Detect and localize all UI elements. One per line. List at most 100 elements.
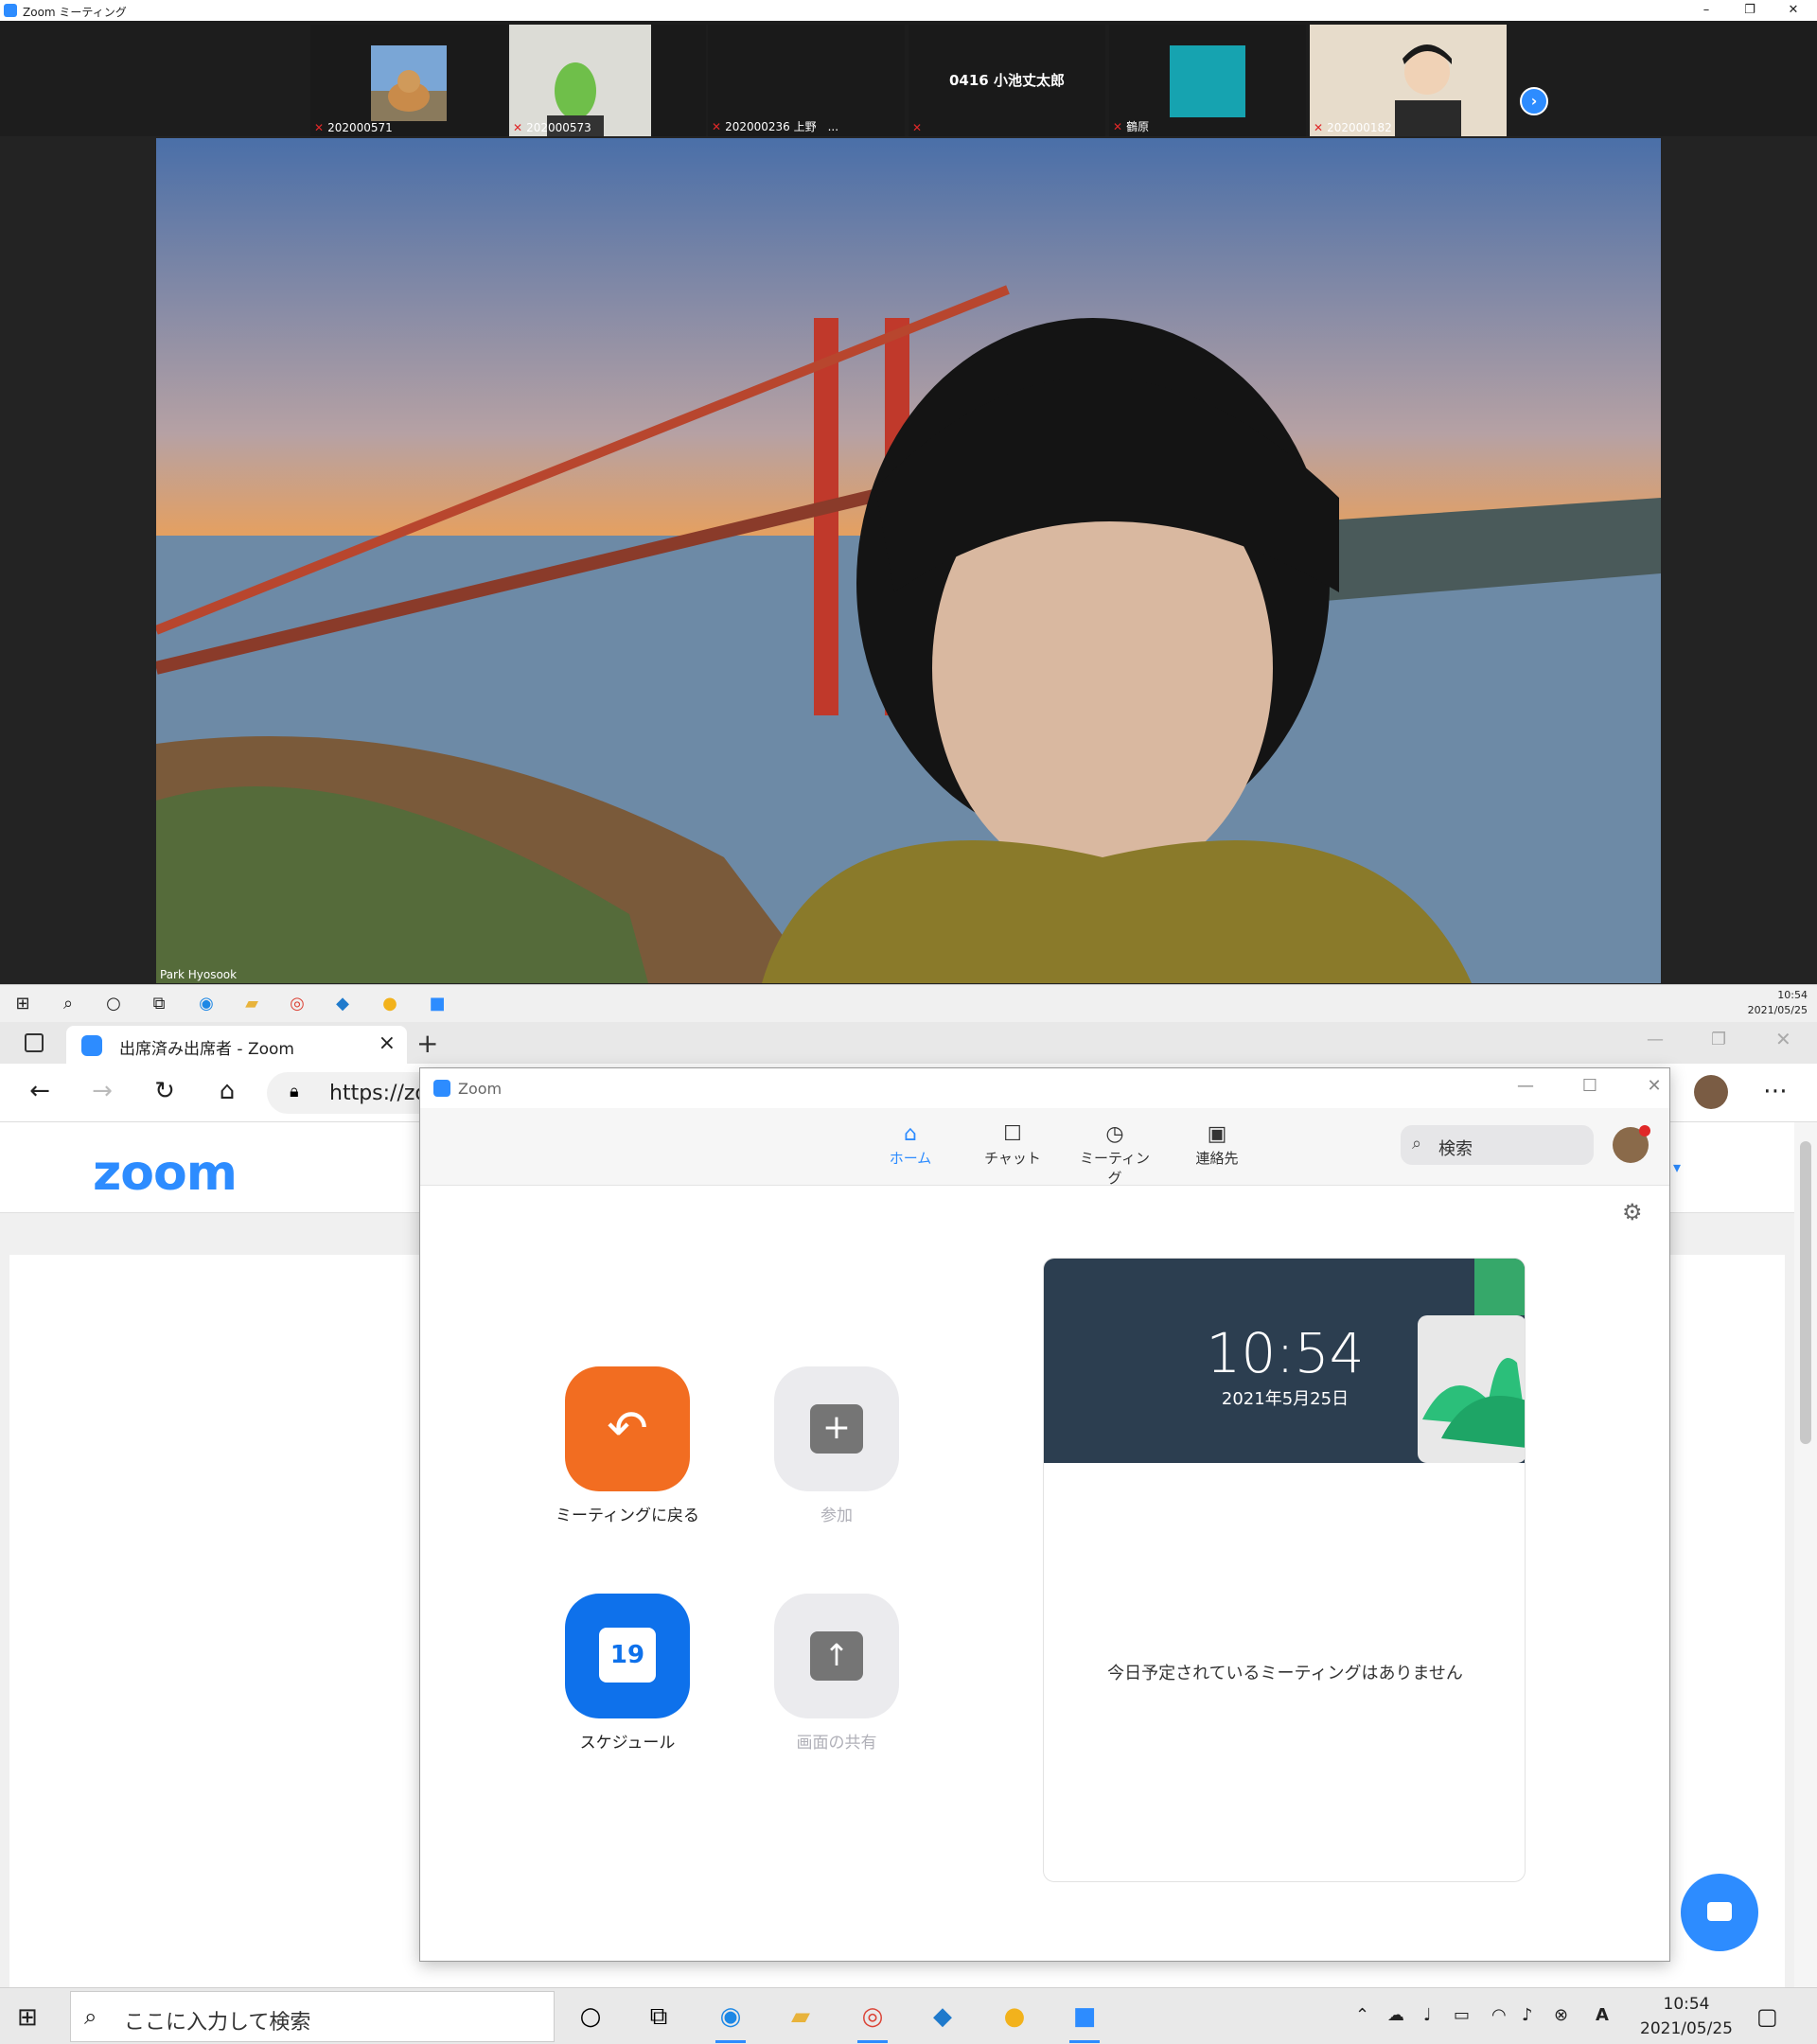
notification-center-icon[interactable]: ▢ — [1756, 2003, 1778, 2030]
next-page-button[interactable]: › — [1520, 87, 1548, 115]
active-speaker-video[interactable]: Park Hyosook — [156, 138, 1661, 983]
inner-clock-date: 2021/05/25 — [1747, 1004, 1808, 1016]
search-icon: ⌕ — [1412, 1134, 1422, 1154]
notification-dot — [1639, 1125, 1650, 1137]
avatar[interactable] — [1613, 1125, 1650, 1163]
edge-icon[interactable]: ◉ — [195, 993, 218, 1015]
join-button[interactable]: + — [774, 1366, 899, 1491]
zoom-app-title-bar: Zoom — ☐ ✕ — [420, 1068, 1669, 1108]
close-button[interactable]: ✕ — [1772, 0, 1815, 21]
nav-home-label: ホーム — [889, 1150, 932, 1167]
cortana-icon[interactable]: ○ — [572, 2000, 609, 2034]
battery-icon[interactable]: ▭ — [1454, 2005, 1470, 2025]
schedule-button[interactable]: 19 — [565, 1594, 690, 1718]
system-clock[interactable]: 10:54 2021/05/25 — [1635, 1992, 1738, 2041]
volume-icon[interactable]: ♪ — [1522, 2005, 1533, 2025]
nav-home[interactable]: ⌂ ホーム — [873, 1121, 948, 1168]
zoom-meeting-window: Zoom ミーティング – ❐ ✕ ✕ 202000571 ✕ 202000573 — [0, 0, 1817, 984]
participant-name: 202000573 — [526, 121, 591, 134]
calendar-header: 10:54 2021年5月25日 — [1044, 1259, 1525, 1463]
sync-icon[interactable]: ⊗ — [1554, 2005, 1568, 2025]
participant-name: 0416 小池丈太郎 — [949, 72, 1065, 89]
wifi-icon[interactable]: ◠ — [1491, 2005, 1507, 2025]
edge-icon[interactable]: ◉ — [712, 2000, 750, 2043]
restore-button[interactable]: ❐ — [1728, 0, 1772, 21]
back-arrow-icon[interactable]: ← — [23, 1077, 57, 1105]
taskbar-search-input[interactable]: ⌕ ここに入力して検索 — [70, 1991, 555, 2042]
zoom-logo[interactable]: zoom — [93, 1145, 238, 1202]
participant-tile[interactable]: ✕ 202000571 — [310, 25, 507, 136]
file-explorer-icon[interactable]: ▰ — [782, 2000, 820, 2034]
muted-mic-icon: ✕ — [314, 121, 325, 134]
microphone-icon[interactable]: ♩ — [1423, 2005, 1432, 2025]
ime-indicator[interactable]: A — [1596, 2005, 1609, 2025]
tray-chevron-icon[interactable]: ⌃ — [1355, 2005, 1369, 2025]
search-input[interactable]: ⌕ 検索 — [1401, 1125, 1594, 1165]
cortana-icon[interactable]: ○ — [102, 993, 125, 1015]
taskbar-search-placeholder: ここに入力して検索 — [124, 2011, 311, 2035]
reload-icon[interactable]: ↻ — [148, 1077, 182, 1105]
app-minimize-icon[interactable]: — — [1507, 1076, 1544, 1096]
zoom-app-title: Zoom — [458, 1080, 503, 1098]
return-to-meeting-button[interactable]: ↶ — [565, 1366, 690, 1491]
participant-name: 鶴原 — [1126, 120, 1150, 133]
muted-mic-icon: ✕ — [1314, 121, 1324, 134]
muted-mic-icon: ✕ — [1113, 120, 1123, 133]
chat-support-button[interactable] — [1681, 1874, 1758, 1951]
windows-start-icon[interactable]: ⊞ — [17, 2003, 38, 2032]
browser-restore-icon[interactable]: ❐ — [1711, 1030, 1726, 1049]
task-view-icon[interactable]: ⧉ — [148, 993, 170, 1015]
page-scrollbar[interactable] — [1794, 1122, 1817, 1987]
scrollbar-thumb[interactable] — [1800, 1141, 1811, 1444]
new-tab-icon[interactable]: + — [416, 1028, 438, 1059]
participant-tile[interactable]: ✕ 202000236 上野 ... — [708, 25, 905, 136]
calendar-day: 19 — [609, 1641, 645, 1669]
current-time: 10:54 — [1206, 1321, 1365, 1385]
address-url: https://zo — [329, 1082, 428, 1105]
chrome-icon[interactable]: ◎ — [854, 2000, 891, 2043]
duck-icon[interactable]: ● — [996, 2000, 1033, 2034]
file-explorer-icon[interactable]: ▰ — [240, 993, 263, 1015]
participant-tile[interactable]: ✕ 鶴原 — [1109, 25, 1306, 136]
browser-minimize-icon[interactable]: — — [1647, 1030, 1664, 1049]
minimize-button[interactable]: – — [1685, 0, 1728, 21]
no-meetings-message: 今日予定されているミーティングはありません — [1107, 1664, 1463, 1683]
tab-close-icon[interactable]: × — [379, 1031, 396, 1055]
more-menu-icon[interactable]: ⋯ — [1758, 1077, 1792, 1105]
app-close-icon[interactable]: ✕ — [1635, 1076, 1673, 1096]
browser-tab[interactable]: 出席済み出席者 - Zoom × — [66, 1026, 407, 1064]
vscode-icon[interactable]: ◆ — [331, 993, 354, 1015]
zoom-taskbar-icon[interactable]: ■ — [426, 993, 449, 1015]
participant-tile[interactable]: ✕ 202000573 — [509, 25, 706, 136]
task-view-icon[interactable]: ⧉ — [640, 2000, 678, 2034]
vscode-icon[interactable]: ◆ — [924, 2000, 961, 2034]
participant-tile[interactable]: ✕ 202000182 — [1310, 25, 1507, 136]
chrome-icon[interactable]: ◎ — [286, 993, 309, 1015]
dropdown-caret-icon[interactable]: ▾ — [1673, 1158, 1681, 1176]
windows-start-icon[interactable]: ⊞ — [11, 993, 34, 1015]
profile-avatar[interactable] — [1694, 1075, 1728, 1109]
duck-icon[interactable]: ● — [379, 993, 401, 1015]
muted-mic-icon: ✕ — [912, 121, 923, 134]
nav-chat[interactable]: ☐ チャット — [975, 1121, 1050, 1168]
app-maximize-icon[interactable]: ☐ — [1571, 1076, 1609, 1096]
forward-arrow-icon[interactable]: → — [85, 1077, 119, 1105]
browser-close-icon[interactable]: ✕ — [1775, 1028, 1791, 1050]
nav-contacts[interactable]: ▣ 連絡先 — [1179, 1121, 1255, 1168]
return-to-meeting-label: ミーティングに戻る — [556, 1507, 699, 1525]
gear-icon[interactable]: ⚙ — [1622, 1199, 1643, 1225]
participant-tile[interactable]: 0416 小池丈太郎 ✕ — [908, 25, 1105, 136]
clock-icon: ◷ — [1105, 1122, 1124, 1146]
zoom-taskbar-icon[interactable]: ■ — [1066, 2000, 1103, 2043]
tab-actions-icon[interactable] — [25, 1033, 44, 1052]
system-clock-date: 2021/05/25 — [1640, 2019, 1733, 2038]
participant-video-person — [1310, 25, 1507, 136]
return-icon: ↶ — [607, 1401, 648, 1457]
current-date: 2021年5月25日 — [1221, 1389, 1350, 1409]
chat-bubble-icon — [1707, 1902, 1732, 1921]
search-icon[interactable]: ⌕ — [57, 993, 79, 1015]
home-icon[interactable]: ⌂ — [210, 1077, 244, 1105]
onedrive-icon[interactable]: ☁ — [1387, 2005, 1404, 2025]
nav-meetings[interactable]: ◷ ミーティング — [1077, 1121, 1153, 1188]
share-screen-button[interactable]: ↑ — [774, 1594, 899, 1718]
